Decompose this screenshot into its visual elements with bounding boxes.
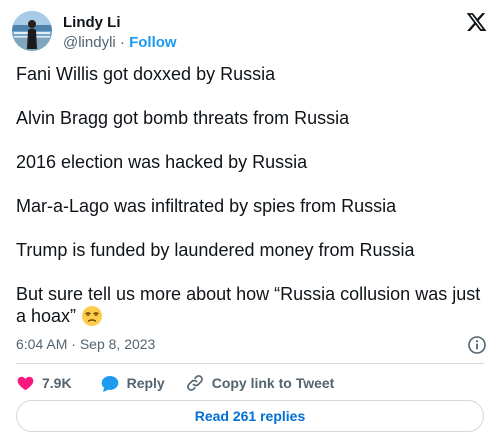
tweet-time: 6:04 AM — [16, 336, 68, 352]
tweet-timestamp[interactable]: 6:04 AM · Sep 8, 2023 — [16, 336, 155, 353]
tweet-header: Lindy Li @lindyli · Follow — [12, 11, 488, 55]
follow-link[interactable]: Follow — [129, 34, 177, 51]
tweet-line: 2016 election was hacked by Russia — [16, 152, 308, 172]
author-name[interactable]: Lindy Li — [63, 14, 121, 32]
tweet-line: Fani Willis got doxxed by Russia — [16, 64, 276, 84]
x-logo-icon[interactable] — [465, 11, 488, 33]
like-button[interactable]: 7.9K — [16, 374, 72, 392]
tweet-line: Trump is funded by laundered money from … — [16, 240, 415, 260]
tweet-card: Lindy Li @lindyli · Follow Fani Willis g… — [0, 0, 500, 445]
divider — [16, 363, 484, 364]
tweet-actions: 7.9K Reply Copy link to Tweet — [16, 372, 334, 394]
link-icon — [186, 375, 203, 391]
heart-icon — [17, 376, 34, 391]
tweet-date: Sep 8, 2023 — [79, 336, 156, 352]
reply-bubble-icon — [101, 375, 118, 392]
tweet-text: Fani Willis got doxxed by Russia Alvin B… — [16, 63, 484, 327]
author-handle-row: @lindyli · Follow — [63, 34, 177, 52]
tweet-line-last: But sure tell us more about how “Russia … — [16, 283, 484, 327]
unamused-face-icon — [81, 305, 103, 327]
reply-button[interactable]: Reply — [100, 374, 165, 393]
copy-link-button[interactable]: Copy link to Tweet — [185, 373, 335, 393]
like-count: 7.9K — [42, 375, 72, 391]
meta-separator: · — [67, 336, 80, 352]
handle-separator: · — [115, 34, 130, 51]
info-icon[interactable] — [467, 335, 487, 355]
avatar[interactable] — [12, 11, 52, 51]
author-handle[interactable]: @lindyli — [63, 34, 116, 51]
copy-link-label: Copy link to Tweet — [211, 375, 335, 391]
tweet-line: Mar-a-Lago was infiltrated by spies from… — [16, 196, 397, 216]
tweet-line: Alvin Bragg got bomb threats from Russia — [16, 108, 350, 128]
reply-label: Reply — [126, 375, 165, 391]
read-replies-button[interactable]: Read 261 replies — [16, 400, 484, 432]
